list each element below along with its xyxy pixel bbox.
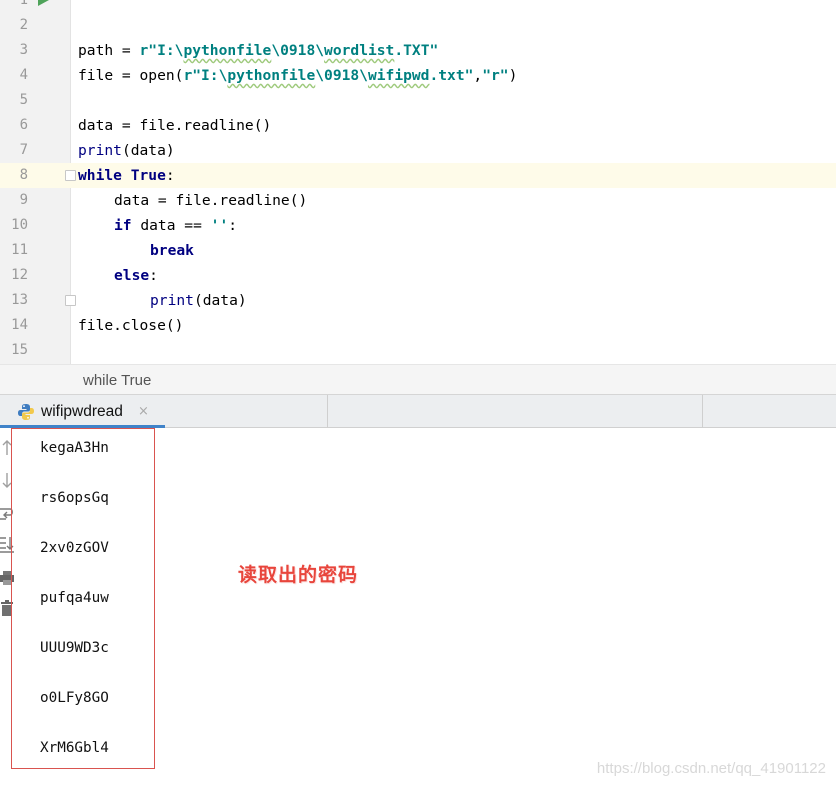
code-editor[interactable]: 1 2 3 path = r"I:\pythonfile\0918\wordlist.… xyxy=(0,0,836,364)
code-token: .txt" xyxy=(429,67,474,84)
code-line[interactable]: 14 file.close() xyxy=(0,313,836,338)
code-token: data == xyxy=(140,217,211,234)
code-text: while True: xyxy=(78,163,175,188)
line-number[interactable]: 15 xyxy=(0,338,28,363)
annotation-label: 读取出的密码 xyxy=(238,564,359,586)
breadcrumb-item[interactable]: while True xyxy=(83,365,151,397)
code-text: print(data) xyxy=(78,138,175,163)
run-tab-bar: wifipwdread × xyxy=(0,394,836,428)
line-number[interactable]: 9 xyxy=(0,188,28,213)
code-token: else xyxy=(114,267,150,284)
run-gutter-icon[interactable] xyxy=(38,0,49,6)
code-token: file = open( xyxy=(78,67,184,84)
code-text: data = file.readline() xyxy=(78,113,271,138)
code-token: break xyxy=(150,242,194,259)
code-token: , xyxy=(473,67,483,84)
fold-marker-icon[interactable] xyxy=(65,170,76,181)
code-token: data = file.readline() xyxy=(78,117,272,134)
code-line[interactable]: 4 file = open(r"I:\pythonfile\0918\wifipw… xyxy=(0,63,836,88)
watermark: https://blog.csdn.net/qq_41901122 xyxy=(596,760,826,777)
code-text: print(data) xyxy=(150,288,247,313)
code-text: file.close() xyxy=(78,313,183,338)
code-token: wordlist xyxy=(324,42,395,59)
fold-marker-icon[interactable] xyxy=(65,295,76,306)
python-icon xyxy=(18,404,34,420)
code-token: file.close() xyxy=(78,317,184,334)
line-number[interactable]: 3 xyxy=(0,38,28,63)
code-line[interactable]: 7 print(data) xyxy=(0,138,836,163)
line-number[interactable]: 12 xyxy=(0,263,28,288)
code-text: path = r"I:\pythonfile\0918\wordlist.TXT… xyxy=(78,38,438,63)
line-number[interactable]: 7 xyxy=(0,138,28,163)
code-token: r"I:\ xyxy=(139,42,184,59)
code-line[interactable]: 8 while True: xyxy=(0,163,836,188)
line-number[interactable]: 14 xyxy=(0,313,28,338)
tab-bar-divider xyxy=(327,395,328,428)
code-token: True xyxy=(130,167,166,184)
code-line[interactable]: 12 else: xyxy=(0,263,836,288)
line-number[interactable]: 11 xyxy=(0,238,28,263)
code-line[interactable]: 11 break xyxy=(0,238,836,263)
code-token: ) xyxy=(508,67,518,84)
code-token: print xyxy=(150,292,194,309)
code-text: file = open(r"I:\pythonfile\0918\wifipwd… xyxy=(78,63,517,88)
run-tab-wifipwdread[interactable]: wifipwdread × xyxy=(0,395,165,428)
code-token: path = xyxy=(78,42,140,59)
code-text: data = file.readline() xyxy=(114,188,307,213)
line-number[interactable]: 1 xyxy=(0,0,28,13)
code-line[interactable]: 1 xyxy=(0,0,836,13)
code-line[interactable]: 5 xyxy=(0,88,836,113)
line-number[interactable]: 8 xyxy=(0,163,28,188)
code-line[interactable]: 9 data = file.readline() xyxy=(0,188,836,213)
breadcrumb: while True xyxy=(0,364,836,395)
code-token: print xyxy=(78,142,122,159)
code-token: '' xyxy=(210,217,229,234)
line-number[interactable]: 2 xyxy=(0,13,28,38)
code-line[interactable]: 13 print(data) xyxy=(0,288,836,313)
line-number[interactable]: 13 xyxy=(0,288,28,313)
line-number[interactable]: 5 xyxy=(0,88,28,113)
code-token: (data) xyxy=(121,142,175,159)
line-number[interactable]: 6 xyxy=(0,113,28,138)
code-token: while xyxy=(78,167,131,184)
code-line[interactable]: 15 xyxy=(0,338,836,363)
close-icon[interactable]: × xyxy=(138,395,149,428)
code-token: : xyxy=(165,167,175,184)
code-token: .TXT" xyxy=(394,42,439,59)
code-text: else: xyxy=(114,263,158,288)
line-number[interactable]: 10 xyxy=(0,213,28,238)
code-token: "r" xyxy=(482,67,509,84)
code-text: if data == '': xyxy=(114,213,237,238)
code-token: : xyxy=(228,217,238,234)
run-tab-label: wifipwdread xyxy=(41,403,123,420)
code-line[interactable]: 10 if data == '': xyxy=(0,213,836,238)
code-token: \0918\ xyxy=(315,67,368,84)
code-token: : xyxy=(149,267,158,284)
line-number[interactable]: 4 xyxy=(0,63,28,88)
code-token: \0918\ xyxy=(271,42,325,59)
annotation-highlight-box xyxy=(11,428,155,769)
code-token: pythonfile xyxy=(183,42,272,59)
code-token: pythonfile xyxy=(227,67,316,84)
code-line[interactable]: 2 xyxy=(0,13,836,38)
code-line[interactable]: 3 path = r"I:\pythonfile\0918\wordlist.TX… xyxy=(0,38,836,63)
code-token: wifipwd xyxy=(367,67,430,84)
code-token: (data) xyxy=(193,292,247,309)
code-text: break xyxy=(150,238,194,263)
code-token: r"I:\ xyxy=(183,67,228,84)
code-token: if xyxy=(114,217,141,234)
code-token: data = file.readline() xyxy=(114,192,308,209)
code-line[interactable]: 6 data = file.readline() xyxy=(0,113,836,138)
tab-bar-divider xyxy=(702,395,703,428)
